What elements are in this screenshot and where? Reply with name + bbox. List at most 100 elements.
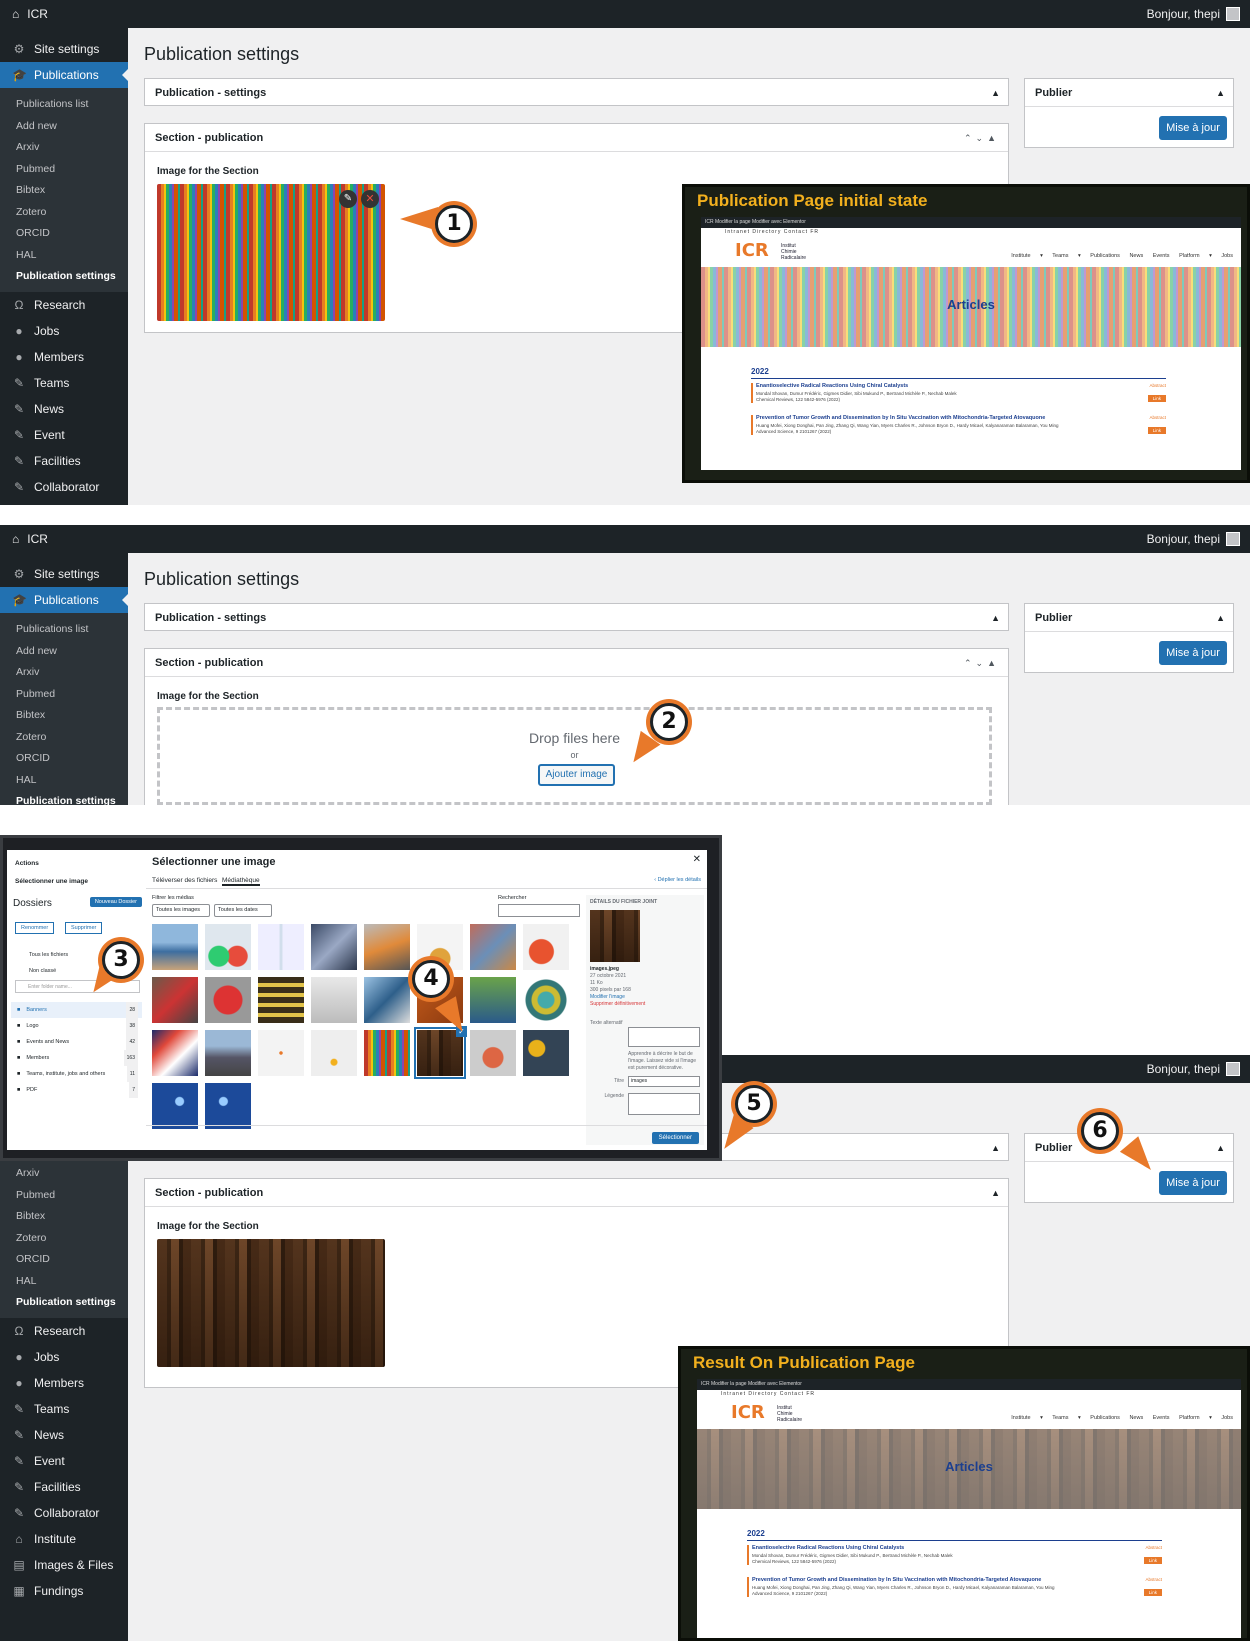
update-button[interactable]: Mise à jour	[1159, 1171, 1227, 1195]
media-thumb[interactable]	[205, 1030, 251, 1076]
menu-institute[interactable]: ⌂Institute	[0, 500, 128, 506]
select-button[interactable]: Sélectionner	[651, 1132, 699, 1144]
menu-teams[interactable]: ✎ Teams	[0, 1396, 128, 1422]
submenu-bibtex[interactable]: Bibtex	[0, 1206, 128, 1228]
modal-close-icon[interactable]: ✕	[693, 854, 701, 865]
menu-research[interactable]: Ω Research	[0, 292, 128, 318]
menu-site-settings[interactable]: ⚙ Site settings	[0, 561, 128, 587]
menu-members[interactable]: ● Members	[0, 1370, 128, 1396]
media-thumb[interactable]	[258, 977, 304, 1023]
unfold-details-link[interactable]: ‹ Déplier les détails	[654, 877, 701, 883]
menu-publications[interactable]: 🎓 Publications	[0, 587, 129, 613]
edit-image-link[interactable]: Modifier l'image	[590, 994, 700, 1001]
media-thumb[interactable]	[311, 977, 357, 1023]
collapse-arrow-icon[interactable]: ▲	[1216, 1134, 1225, 1162]
collapse-arrow-icon[interactable]: ▲	[991, 79, 1000, 107]
menu-institute[interactable]: ⌂Institute	[0, 1526, 128, 1552]
submenu-pubmed[interactable]: Pubmed	[0, 684, 128, 706]
menu-collaborator[interactable]: ✎ Collaborator	[0, 474, 128, 500]
all-files-item[interactable]: Tous les fichiers	[29, 952, 68, 958]
edit-icon[interactable]: ✎	[339, 190, 357, 208]
submenu-orcid[interactable]: ORCID	[0, 1249, 128, 1271]
media-thumb[interactable]	[311, 924, 357, 970]
media-thumb[interactable]	[152, 977, 198, 1023]
submenu-add-new[interactable]: Add new	[0, 641, 128, 663]
menu-research[interactable]: Ω Research	[0, 1318, 128, 1344]
menu-images-files[interactable]: ▤ Images & Files	[0, 1552, 128, 1578]
greeting[interactable]: Bonjour, thepi	[1147, 525, 1220, 553]
site-name[interactable]: ICR	[27, 0, 48, 28]
submenu-publication-settings[interactable]: Publication settings	[0, 1292, 128, 1314]
unclassified-item[interactable]: Non classé	[29, 968, 56, 974]
submenu-bibtex[interactable]: Bibtex	[0, 705, 128, 727]
submenu-zotero[interactable]: Zotero	[0, 1228, 128, 1250]
order-arrows-icon[interactable]: ⌃⌄▲	[964, 124, 1000, 152]
media-thumb[interactable]	[258, 924, 304, 970]
image-dropzone[interactable]: Drop files here or Ajouter image	[157, 707, 992, 805]
caption-input[interactable]	[628, 1093, 700, 1115]
media-thumb[interactable]	[364, 1030, 410, 1076]
home-icon[interactable]: ⌂	[12, 525, 19, 553]
media-thumb[interactable]	[470, 1030, 516, 1076]
avatar[interactable]	[1226, 532, 1240, 546]
close-icon[interactable]: ✕	[361, 190, 379, 208]
update-button[interactable]: Mise à jour	[1159, 116, 1227, 140]
submenu-zotero[interactable]: Zotero	[0, 727, 128, 749]
site-name[interactable]: ICR	[27, 525, 48, 553]
media-thumb-selected[interactable]: ✓	[414, 1026, 467, 1079]
folder-item[interactable]: ■ Banners 28	[11, 1002, 142, 1018]
menu-collaborator[interactable]: ✎ Collaborator	[0, 1500, 128, 1526]
submenu-orcid[interactable]: ORCID	[0, 223, 128, 245]
folder-item[interactable]: ■ Members 163	[11, 1050, 142, 1066]
submenu-hal[interactable]: HAL	[0, 245, 128, 267]
submenu-hal[interactable]: HAL	[0, 770, 128, 792]
submenu-bibtex[interactable]: Bibtex	[0, 180, 128, 202]
filter-dates-select[interactable]: Toutes les dates	[214, 904, 272, 917]
media-thumb[interactable]	[258, 1030, 304, 1076]
media-thumb[interactable]	[470, 924, 516, 970]
submenu-hal[interactable]: HAL	[0, 1271, 128, 1293]
media-thumb[interactable]	[152, 1083, 198, 1129]
submenu-publications-list[interactable]: Publications list	[0, 619, 128, 641]
submenu-publication-settings[interactable]: Publication settings	[0, 266, 128, 288]
search-input[interactable]	[498, 904, 580, 917]
menu-event[interactable]: ✎ Event	[0, 422, 128, 448]
submenu-pubmed[interactable]: Pubmed	[0, 159, 128, 181]
submenu-zotero[interactable]: Zotero	[0, 202, 128, 224]
collapse-arrow-icon[interactable]: ▲	[991, 1134, 1000, 1162]
media-thumb[interactable]	[205, 977, 251, 1023]
greeting[interactable]: Bonjour, thepi	[1147, 0, 1220, 28]
media-thumb[interactable]	[364, 977, 410, 1023]
rename-button[interactable]: Renommer	[15, 922, 55, 934]
collapse-arrow-icon[interactable]: ▲	[991, 1179, 1000, 1207]
select-image-link[interactable]: Sélectionner une image	[15, 878, 88, 885]
update-button[interactable]: Mise à jour	[1159, 641, 1227, 665]
menu-fundings[interactable]: ▦ Fundings	[0, 1578, 128, 1604]
submenu-arxiv[interactable]: Arxiv	[0, 137, 128, 159]
folder-item[interactable]: ■ Events and News 42	[11, 1034, 142, 1050]
tab-library[interactable]: Médiathèque	[222, 877, 260, 886]
media-thumb[interactable]	[364, 924, 410, 970]
menu-teams[interactable]: ✎ Teams	[0, 370, 128, 396]
media-thumb[interactable]	[152, 1030, 198, 1076]
avatar[interactable]	[1226, 1062, 1240, 1076]
media-thumb[interactable]	[523, 924, 569, 970]
submenu-orcid[interactable]: ORCID	[0, 748, 128, 770]
menu-news[interactable]: ✎ News	[0, 396, 128, 422]
submenu-arxiv[interactable]: Arxiv	[0, 1163, 128, 1185]
menu-facilities[interactable]: ✎ Facilities	[0, 448, 128, 474]
menu-members[interactable]: ● Members	[0, 344, 128, 370]
media-thumb[interactable]	[523, 977, 569, 1023]
greeting[interactable]: Bonjour, thepi	[1147, 1055, 1220, 1083]
menu-news[interactable]: ✎ News	[0, 1422, 128, 1448]
order-arrows-icon[interactable]: ⌃⌄▲	[964, 649, 1000, 677]
submenu-add-new[interactable]: Add new	[0, 116, 128, 138]
menu-site-settings[interactable]: ⚙ Site settings	[0, 36, 128, 62]
media-thumb[interactable]	[470, 977, 516, 1023]
folder-item[interactable]: ■ PDF 7	[11, 1082, 142, 1098]
collapse-arrow-icon[interactable]: ▲	[1216, 604, 1225, 632]
media-thumb[interactable]	[205, 924, 251, 970]
folder-item[interactable]: ■ Logo 38	[11, 1018, 142, 1034]
folder-item[interactable]: ■ Teams, institute, jobs and others 11	[11, 1066, 142, 1082]
new-folder-button[interactable]: Nouveau Dossier	[89, 897, 142, 907]
